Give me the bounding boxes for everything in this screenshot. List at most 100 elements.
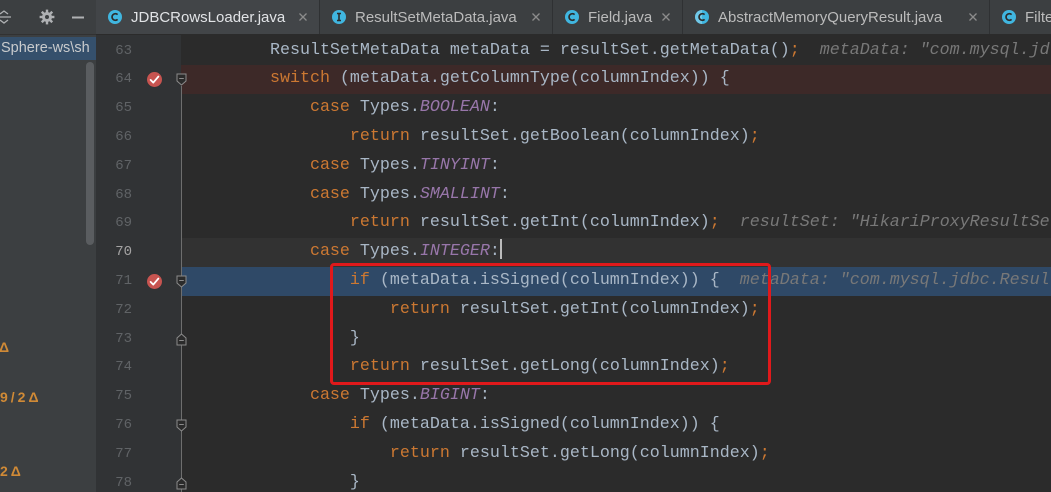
code-content[interactable]: if (metaData.isSigned(columnIndex)) { (190, 411, 720, 440)
line-number: 73 (115, 330, 132, 347)
code-text: : (499, 184, 510, 204)
change-marker: 2Δ (0, 463, 24, 479)
code-keyword: case (190, 242, 350, 262)
code-content[interactable]: case Types.BIGINT: (190, 382, 490, 411)
code-text: Types. (349, 98, 420, 118)
project-tree-selected-item[interactable]: Sphere-ws\sh (0, 37, 96, 60)
fold-collapse-icon[interactable] (176, 73, 187, 86)
code-keyword: case (190, 386, 350, 406)
breakpoint-icon[interactable] (146, 273, 163, 290)
class-icon (565, 10, 579, 24)
code-text: Types. (349, 242, 420, 262)
code-keyword: case (190, 98, 350, 118)
code-text: : (489, 155, 500, 175)
code-content[interactable]: return resultSet.getInt(columnIndex); res… (190, 209, 1050, 238)
hide-icon[interactable] (72, 16, 84, 19)
code-line[interactable]: 68 case Types.SMALLINT: (96, 181, 1051, 210)
project-scrollbar-thumb[interactable] (86, 62, 94, 245)
close-icon[interactable] (661, 12, 671, 22)
code-keyword: return (190, 357, 410, 377)
code-constant: INTEGER (419, 242, 490, 262)
code-content[interactable]: return resultSet.getLong(columnIndex); (190, 440, 770, 469)
fold-end-icon[interactable] (176, 476, 187, 490)
inline-debug-value: resultSet: "HikariProxyResultSe (739, 213, 1050, 233)
interface-icon (332, 10, 346, 24)
close-icon[interactable] (531, 12, 541, 22)
code-text: (metaData.getColumnType(columnIndex)) { (329, 69, 730, 89)
code-line[interactable]: 71 if (metaData.isSigned(columnIndex)) {… (96, 266, 1051, 296)
code-content[interactable]: return resultSet.getBoolean(columnIndex)… (190, 123, 760, 152)
tab-label: Filte (1025, 8, 1051, 26)
code-keyword: return (190, 126, 410, 146)
code-content[interactable]: } (190, 469, 360, 492)
tab-filter-truncated[interactable]: Filte (990, 0, 1051, 34)
code-constant: TINYINT (419, 155, 490, 175)
code-content[interactable]: case Types.BOOLEAN: (190, 94, 500, 123)
code-content[interactable]: if (metaData.isSigned(columnIndex)) {met… (190, 267, 1050, 296)
code-punctuation: ; (759, 443, 770, 463)
code-line[interactable]: 67 case Types.TINYINT: (96, 152, 1051, 181)
tab-label: AbstractMemoryQueryResult.java (718, 8, 943, 26)
fold-collapse-icon[interactable] (176, 275, 187, 288)
line-number: 68 (115, 186, 132, 203)
close-icon[interactable] (968, 12, 978, 22)
code-line[interactable]: 75 case Types.BIGINT: (96, 382, 1051, 411)
fold-collapse-icon[interactable] (176, 419, 187, 432)
code-line[interactable]: 64 switch (metaData.getColumnType(column… (96, 65, 1051, 95)
code-text: : (489, 242, 500, 262)
close-icon[interactable] (298, 12, 308, 22)
code-punctuation: ; (749, 126, 760, 146)
tab-resultsetmetadata[interactable]: ResultSetMetaData.java (320, 0, 553, 34)
line-number: 65 (115, 100, 132, 117)
line-number: 69 (115, 215, 132, 232)
fold-end-icon[interactable] (176, 332, 187, 346)
code-content[interactable]: case Types.TINYINT: (190, 152, 500, 181)
tab-label: JDBCRowsLoader.java (131, 8, 286, 26)
code-line[interactable]: 65 case Types.BOOLEAN: (96, 94, 1051, 123)
code-punctuation: ; (749, 299, 760, 319)
editor-tab-bar: JDBCRowsLoader.java ResultSetMetaData.ja… (96, 0, 1051, 35)
line-number: 77 (115, 445, 132, 462)
code-line[interactable]: 73 } (96, 325, 1051, 354)
code-keyword: return (190, 443, 450, 463)
code-content[interactable]: switch (metaData.getColumnType(columnInd… (190, 65, 730, 94)
code-punctuation: ; (719, 357, 730, 377)
change-marker: 9/2Δ (0, 389, 42, 405)
code-lines: 63 ResultSetMetaData metaData = resultSe… (96, 37, 1051, 492)
inline-debug-value: metaData: "com.mysql.jdbc.Resul (739, 270, 1050, 290)
code-content[interactable]: } (190, 325, 360, 354)
code-line[interactable]: 74 return resultSet.getLong(columnIndex)… (96, 353, 1051, 382)
tab-abstractmemoryqueryresult[interactable]: AbstractMemoryQueryResult.java (683, 0, 990, 34)
code-line[interactable]: 72 return resultSet.getInt(columnIndex); (96, 296, 1051, 325)
inline-debug-value: metaData: "com.mysql.jd (819, 40, 1050, 60)
code-line[interactable]: 76 if (metaData.isSigned(columnIndex)) { (96, 411, 1051, 440)
code-line[interactable]: 63 ResultSetMetaData metaData = resultSe… (96, 37, 1051, 66)
tab-jdbcrowsloader[interactable]: JDBCRowsLoader.java (96, 0, 320, 34)
code-text: Types. (349, 155, 420, 175)
gear-icon[interactable] (39, 9, 55, 25)
code-content[interactable]: ResultSetMetaData metaData = resultSet.g… (190, 37, 1050, 66)
code-content[interactable]: return resultSet.getLong(columnIndex); (190, 353, 730, 382)
code-constant: BIGINT (419, 386, 480, 406)
change-marker: Δ (0, 339, 13, 355)
code-content[interactable]: return resultSet.getInt(columnIndex); (190, 296, 760, 325)
code-content[interactable]: case Types.SMALLINT: (190, 181, 510, 210)
tab-field[interactable]: Field.java (553, 0, 683, 34)
code-keyword: return (190, 213, 410, 233)
code-content[interactable]: case Types.INTEGER: (190, 238, 502, 267)
code-line[interactable]: 66 return resultSet.getBoolean(columnInd… (96, 123, 1051, 152)
code-punctuation: ; (789, 40, 800, 60)
code-editor[interactable]: 63 ResultSetMetaData metaData = resultSe… (96, 35, 1051, 492)
code-line[interactable]: 77 return resultSet.getLong(columnIndex)… (96, 440, 1051, 469)
tab-label: ResultSetMetaData.java (355, 8, 517, 26)
breakpoint-icon[interactable] (146, 71, 163, 88)
line-number: 64 (115, 71, 132, 88)
code-keyword: return (190, 299, 450, 319)
code-text: (metaData.isSigned(columnIndex)) { (369, 270, 720, 290)
line-number: 74 (115, 359, 132, 376)
code-line[interactable]: 69 return resultSet.getInt(columnIndex);… (96, 209, 1051, 238)
code-line[interactable]: 70 case Types.INTEGER: (96, 238, 1051, 267)
tree-item-label: Sphere-ws\sh (1, 40, 90, 56)
code-line[interactable]: 78 } (96, 469, 1051, 492)
collapse-all-icon[interactable] (0, 10, 11, 24)
